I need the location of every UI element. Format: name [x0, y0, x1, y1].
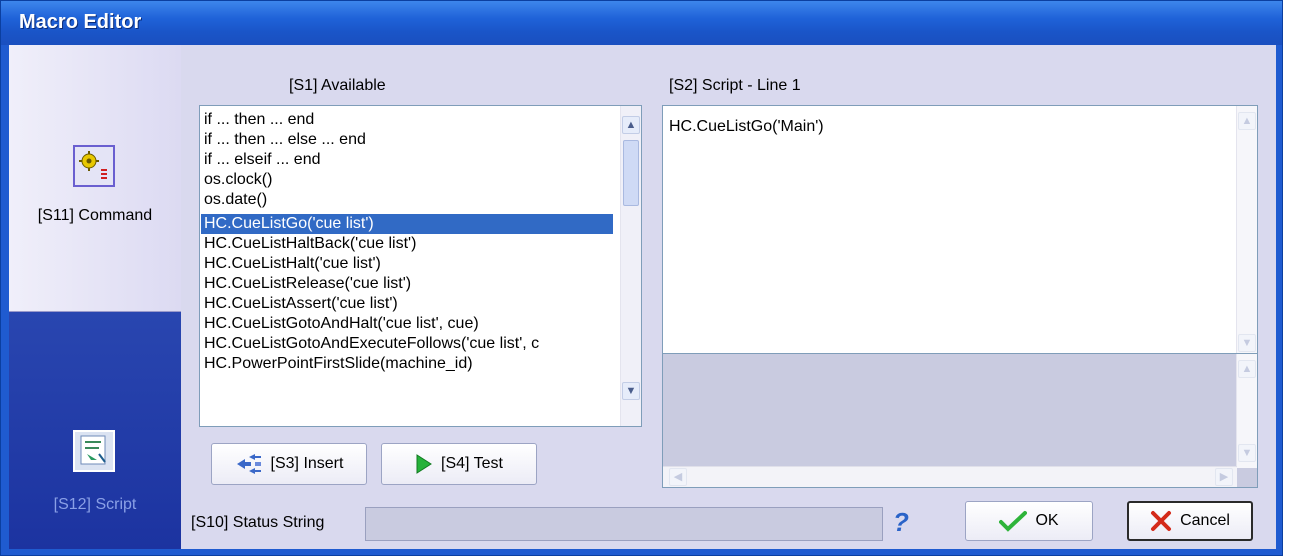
title-bar[interactable]: Macro Editor: [1, 1, 1282, 45]
list-item[interactable]: if ... then ... end: [204, 110, 314, 130]
content-panel: [S1] Available [S2] Script - Line 1 if .…: [181, 45, 1276, 549]
command-gear-icon: [73, 145, 115, 187]
status-label: [S10] Status String: [191, 514, 325, 531]
window-title: Macro Editor: [19, 11, 142, 33]
list-item[interactable]: os.clock(): [204, 170, 272, 190]
list-item[interactable]: HC.CueListRelease('cue list'): [204, 274, 411, 294]
sidebar-item-script[interactable]: [S12] Script: [9, 312, 181, 549]
output-horizontal-scrollbar[interactable]: ◀ ▶: [663, 466, 1237, 487]
list-item[interactable]: HC.CueListHalt('cue list'): [204, 254, 381, 274]
available-header: [S1] Available: [289, 77, 386, 94]
scroll-down-icon[interactable]: ▼: [1238, 444, 1256, 462]
insert-arrows-icon: [236, 454, 261, 474]
script-output-area[interactable]: ▲ ▼ ◀ ▶: [662, 353, 1258, 488]
ok-button-label: OK: [1035, 512, 1059, 529]
script-vertical-scrollbar[interactable]: ▲ ▼: [1236, 106, 1257, 360]
scroll-thumb[interactable]: [623, 140, 639, 206]
status-string-field: [365, 507, 883, 541]
close-icon: [1151, 511, 1172, 531]
sidebar-item-command[interactable]: [S11] Command: [9, 45, 181, 312]
list-item-selected[interactable]: HC.CueListGo('cue list'): [201, 214, 613, 234]
test-button[interactable]: [S4] Test: [381, 443, 537, 485]
list-item[interactable]: if ... elseif ... end: [204, 150, 321, 170]
play-icon: [416, 454, 432, 474]
sidebar-item-command-label: [S11] Command: [37, 207, 153, 224]
list-item[interactable]: HC.PowerPointFirstSlide(machine_id): [204, 354, 473, 374]
sidebar: [S11] Command [S12] Script: [9, 45, 181, 549]
checkmark-icon: [999, 511, 1028, 532]
list-item[interactable]: HC.CueListHaltBack('cue list'): [204, 234, 416, 254]
test-button-label: [S4] Test: [441, 455, 503, 472]
script-icon: [73, 430, 115, 472]
scroll-right-icon[interactable]: ▶: [1215, 468, 1233, 486]
window-frame-left: [1, 45, 9, 555]
list-item[interactable]: os.date(): [204, 190, 267, 210]
insert-button[interactable]: [S3] Insert: [211, 443, 367, 485]
cancel-button[interactable]: Cancel: [1127, 501, 1253, 541]
scroll-down-icon[interactable]: ▼: [622, 382, 640, 400]
scroll-left-icon[interactable]: ◀: [669, 468, 687, 486]
script-header: [S2] Script - Line 1: [669, 77, 801, 94]
insert-button-label: [S3] Insert: [270, 455, 344, 472]
sidebar-item-script-label: [S12] Script: [53, 496, 137, 513]
list-item[interactable]: HC.CueListGotoAndHalt('cue list', cue): [204, 314, 479, 334]
scroll-down-icon[interactable]: ▼: [1238, 334, 1256, 352]
script-text[interactable]: HC.CueListGo('Main'): [669, 118, 824, 136]
available-list-scrollbar[interactable]: ▲ ▼: [620, 106, 641, 426]
list-item[interactable]: HC.CueListGotoAndExecuteFollows('cue lis…: [204, 334, 539, 354]
output-vertical-scrollbar[interactable]: ▲ ▼: [1236, 354, 1257, 468]
help-icon[interactable]: ?: [893, 507, 909, 538]
ok-button[interactable]: OK: [965, 501, 1093, 541]
cancel-button-label: Cancel: [1180, 512, 1230, 529]
scroll-up-icon[interactable]: ▲: [1238, 112, 1256, 130]
macro-editor-window: Macro Editor [S11] Command [S12] Script …: [0, 0, 1283, 556]
script-editor[interactable]: HC.CueListGo('Main') ▲ ▼ ◀ ▶: [662, 105, 1258, 380]
scroll-up-icon[interactable]: ▲: [622, 116, 640, 134]
list-item[interactable]: HC.CueListAssert('cue list'): [204, 294, 398, 314]
available-list[interactable]: if ... then ... end if ... then ... else…: [199, 105, 642, 427]
list-item[interactable]: if ... then ... else ... end: [204, 130, 366, 150]
scroll-up-icon[interactable]: ▲: [1238, 360, 1256, 378]
